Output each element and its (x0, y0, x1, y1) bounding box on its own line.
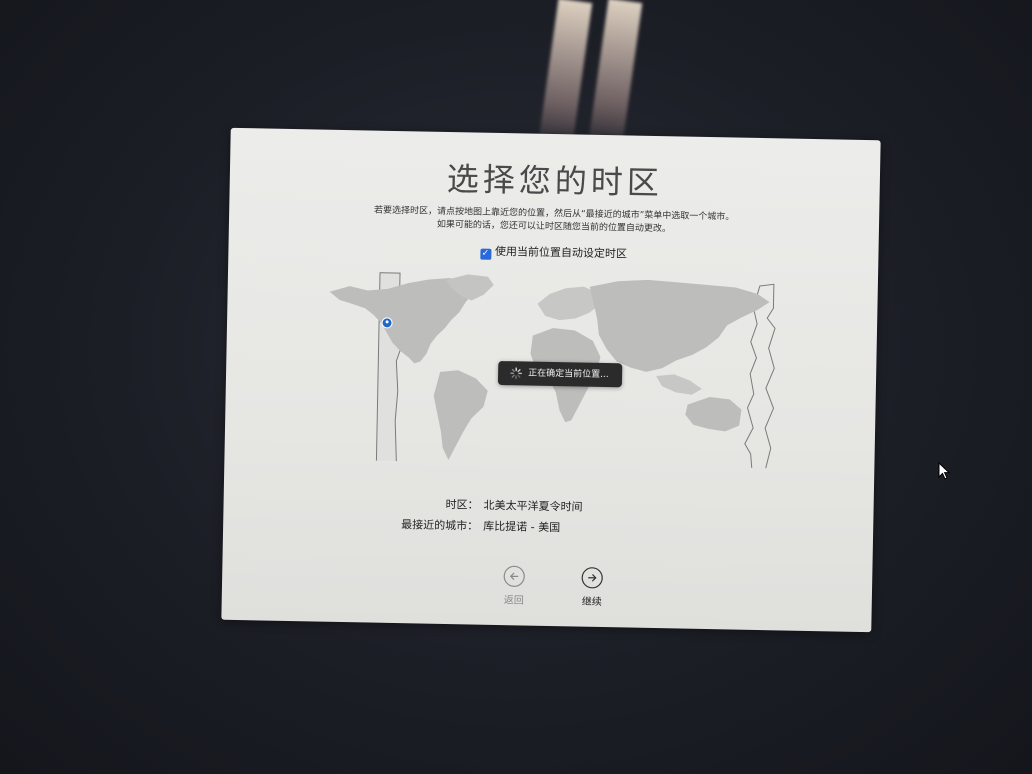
continent-asia (589, 279, 770, 372)
timezone-label: 时区： (445, 498, 479, 512)
locating-indicator: 正在确定当前位置... (497, 360, 623, 388)
continent-north-america (329, 278, 474, 364)
closest-city-row: 最接近的城市： 库比提诺 - 美国 (223, 513, 873, 534)
timezone-value: 北美太平洋夏令时间 (483, 498, 583, 514)
auto-timezone-checkbox[interactable]: ✓ (479, 248, 492, 260)
continent-europe (537, 286, 600, 321)
continent-australia (685, 397, 742, 432)
mouse-pointer-icon (938, 462, 951, 480)
continent-south-america (433, 370, 488, 461)
instructions: 若要选择时区，请点按地图上靠近您的位置，然后从“最接近的城市”菜单中选取一个城市… (229, 202, 879, 240)
arrow-right-circle-icon (581, 567, 603, 589)
auto-timezone-option[interactable]: ✓ 使用当前位置自动设定时区 (228, 238, 878, 267)
location-pin-icon (381, 317, 393, 329)
spinner-icon (510, 367, 523, 380)
locating-message: 正在确定当前位置... (528, 368, 609, 381)
continue-label: 继续 (581, 596, 602, 609)
screen-glare (587, 0, 643, 152)
timezone-dialog: 选择您的时区 若要选择时区，请点按地图上靠近您的位置，然后从“最接近的城市”菜单… (221, 127, 881, 633)
arrow-left-circle-icon (503, 565, 525, 587)
page-title: 选择您的时区 (446, 159, 664, 203)
closest-city-value[interactable]: 库比提诺 - 美国 (483, 518, 560, 535)
back-button[interactable]: 返回 (492, 565, 537, 607)
continue-button[interactable]: 继续 (570, 566, 615, 608)
continent-se-asia (656, 374, 702, 395)
checkmark-icon: ✓ (481, 248, 490, 259)
screen-glare (537, 0, 593, 152)
back-label: 返回 (503, 595, 524, 607)
auto-timezone-label: 使用当前位置自动设定时区 (494, 244, 628, 261)
timezone-row: 时区： 北美太平洋夏令时间 (224, 492, 874, 514)
closest-city-label: 最接近的城市： (401, 518, 479, 533)
